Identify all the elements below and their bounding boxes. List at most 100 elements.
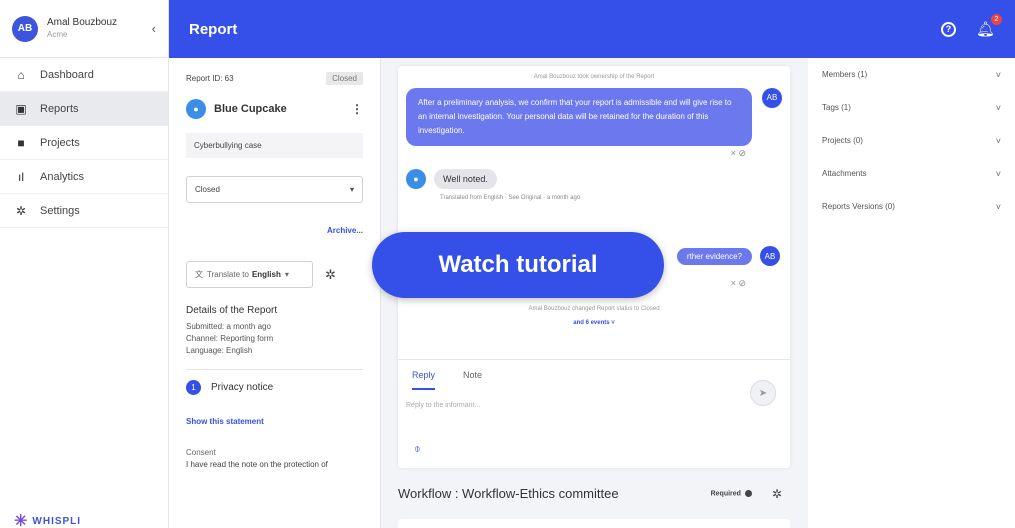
logo: ✳ WHISPLI xyxy=(14,514,81,528)
reply-area: Reply Note Reply to the informant... ➤ ⌽ xyxy=(398,359,790,468)
send-button[interactable]: ➤ xyxy=(750,380,776,406)
sidebar-item-projects[interactable]: ■ Projects xyxy=(0,126,168,160)
chevron-down-icon: ▾ xyxy=(349,185,354,194)
accordion-label: Projects (0) xyxy=(822,136,863,145)
attachment-icon[interactable]: ⌽ xyxy=(414,443,421,456)
workflow-header: Workflow : Workflow-Ethics committee Req… xyxy=(398,486,790,501)
avatar: AB xyxy=(12,15,38,42)
show-statement-link[interactable]: Show this statement xyxy=(186,417,363,426)
watch-tutorial-button[interactable]: Watch tutorial xyxy=(372,232,664,298)
notifications-button[interactable]: 🔔︎ 2 xyxy=(976,14,1002,38)
tab-reply[interactable]: Reply xyxy=(412,360,436,390)
sidebar-item-dashboard[interactable]: ⌂ Dashboard xyxy=(0,58,168,92)
translate-select[interactable]: 文 Translate to English ▾ xyxy=(186,261,313,288)
right-panel: Members (1) ˅ Tags (1) ˅ Projects (0) ˅ … xyxy=(808,58,1015,528)
consent-text: I have read the note on the protection o… xyxy=(186,460,328,469)
user-info: Amal Bouzbouz Acme xyxy=(47,17,152,41)
privacy-notice: 1 Privacy notice xyxy=(186,380,363,395)
status-select[interactable]: Closed ▾ xyxy=(186,176,363,203)
divider xyxy=(186,369,363,370)
translate-prefix: Translate to xyxy=(207,270,249,279)
chevron-down-icon: ˅ xyxy=(995,201,1001,212)
consent-label: Consent xyxy=(186,448,216,457)
chevron-down-icon: ˅ xyxy=(995,102,1001,113)
accordion-attachments[interactable]: Attachments ˅ xyxy=(808,157,1015,190)
sidebar: AB Amal Bouzbouz Acme ‹ ⌂ Dashboard ▣ Re… xyxy=(0,0,169,528)
reporter-avatar-icon: ● xyxy=(186,99,206,119)
tab-note[interactable]: Note xyxy=(463,360,482,390)
required-badge: Required xyxy=(711,489,752,497)
page-title: Report xyxy=(189,20,238,38)
sidebar-item-label: Projects xyxy=(40,136,80,149)
logo-text: WHISPLI xyxy=(32,515,82,527)
report-id: Report ID: 63 xyxy=(186,74,234,83)
channel-text: Channel: Reporting form xyxy=(186,334,274,343)
status-badge: Closed xyxy=(326,72,363,85)
chevron-down-icon: ▾ xyxy=(284,270,289,279)
user-menu[interactable]: AB Amal Bouzbouz Acme ‹ xyxy=(0,0,168,58)
incoming-message: ● Well noted. xyxy=(406,169,790,189)
translate-settings-icon[interactable]: ✲ xyxy=(325,267,336,283)
home-icon: ⌂ xyxy=(17,67,25,82)
step-number: 1 xyxy=(186,380,201,395)
folder-icon: ■ xyxy=(17,135,25,150)
language-text: Language: English xyxy=(186,346,253,355)
outgoing-message: rther evidence? xyxy=(676,248,752,265)
sidebar-item-analytics[interactable]: ıl Analytics xyxy=(0,160,168,194)
sidebar-item-label: Analytics xyxy=(40,170,85,183)
accordion-members[interactable]: Members (1) ˅ xyxy=(808,58,1015,91)
chevron-down-icon: ˅ xyxy=(995,135,1001,146)
accordion-projects[interactable]: Projects (0) ˅ xyxy=(808,124,1015,157)
user-name: Amal Bouzbouz xyxy=(47,16,118,28)
sender-avatar: AB xyxy=(760,246,780,266)
workflow-settings-icon[interactable]: ✲ xyxy=(772,487,782,501)
sender-avatar: AB xyxy=(762,88,782,108)
sidebar-item-label: Dashboard xyxy=(40,68,94,81)
archive-link[interactable]: Archive... xyxy=(186,226,363,235)
required-dot-icon xyxy=(744,489,752,497)
message-text: After a preliminary analysis, we confirm… xyxy=(418,98,732,135)
notification-badge: 2 xyxy=(991,14,1002,25)
accordion-label: Tags (1) xyxy=(822,103,851,112)
translation-info: Translated from English · See Original ·… xyxy=(440,195,581,201)
system-message: Amal Bouzbouz changed Report status to C… xyxy=(528,306,660,312)
show-events-link[interactable]: and 6 events ˅ xyxy=(398,320,790,326)
accordion-label: Members (1) xyxy=(822,70,868,79)
accordion-report-versions[interactable]: Reports Versions (0) ˅ xyxy=(808,190,1015,223)
sidebar-item-label: Settings xyxy=(40,204,80,217)
message-actions[interactable]: × ⊘ xyxy=(398,148,790,159)
sidebar-item-label: Reports xyxy=(40,102,79,115)
details-title: Details of the Report xyxy=(186,305,278,316)
reporter-name: Blue Cupcake xyxy=(214,103,287,115)
sidebar-item-reports[interactable]: ▣ Reports xyxy=(0,92,168,126)
help-icon[interactable]: ? xyxy=(940,21,956,37)
translate-language: English xyxy=(251,270,281,279)
send-icon: ➤ xyxy=(758,387,768,399)
accordion-label: Reports Versions (0) xyxy=(822,202,895,211)
case-title[interactable]: Cyberbullying case xyxy=(186,133,363,158)
user-org: Acme xyxy=(47,29,68,39)
system-message: Amal Bouzbouz took ownership of the Repo… xyxy=(533,74,655,80)
informant-avatar-icon: ● xyxy=(406,169,426,189)
reply-input[interactable]: Reply to the informant... xyxy=(406,402,790,409)
accordion-tags[interactable]: Tags (1) ˅ xyxy=(808,91,1015,124)
chevron-down-icon: ˅ xyxy=(995,168,1001,179)
top-bar: Report ? 🔔︎ 2 xyxy=(169,0,1015,58)
privacy-label: Privacy notice xyxy=(211,382,274,393)
reporter: ● Blue Cupcake ⋮ xyxy=(186,99,363,119)
more-options-icon[interactable]: ⋮ xyxy=(351,102,363,116)
translate-icon: 文 xyxy=(195,270,203,279)
report-detail-panel: Report ID: 63 Closed ● Blue Cupcake ⋮ Cy… xyxy=(169,58,381,528)
status-select-value: Closed xyxy=(195,185,220,194)
report-meta: Submitted: a month ago Channel: Reportin… xyxy=(186,321,363,357)
message-text: Well noted. xyxy=(434,169,497,189)
submitted-text: Submitted: a month ago xyxy=(186,322,271,331)
sidebar-item-settings[interactable]: ✲ Settings xyxy=(0,194,168,228)
collapse-sidebar-icon[interactable]: ‹ xyxy=(152,21,156,36)
chevron-down-icon: ˅ xyxy=(995,69,1001,80)
accordion-label: Attachments xyxy=(822,169,867,178)
outgoing-message: After a preliminary analysis, we confirm… xyxy=(406,88,782,146)
settings-icon: ✲ xyxy=(15,203,27,218)
workflow-card xyxy=(398,519,790,528)
reports-icon: ▣ xyxy=(15,101,27,116)
